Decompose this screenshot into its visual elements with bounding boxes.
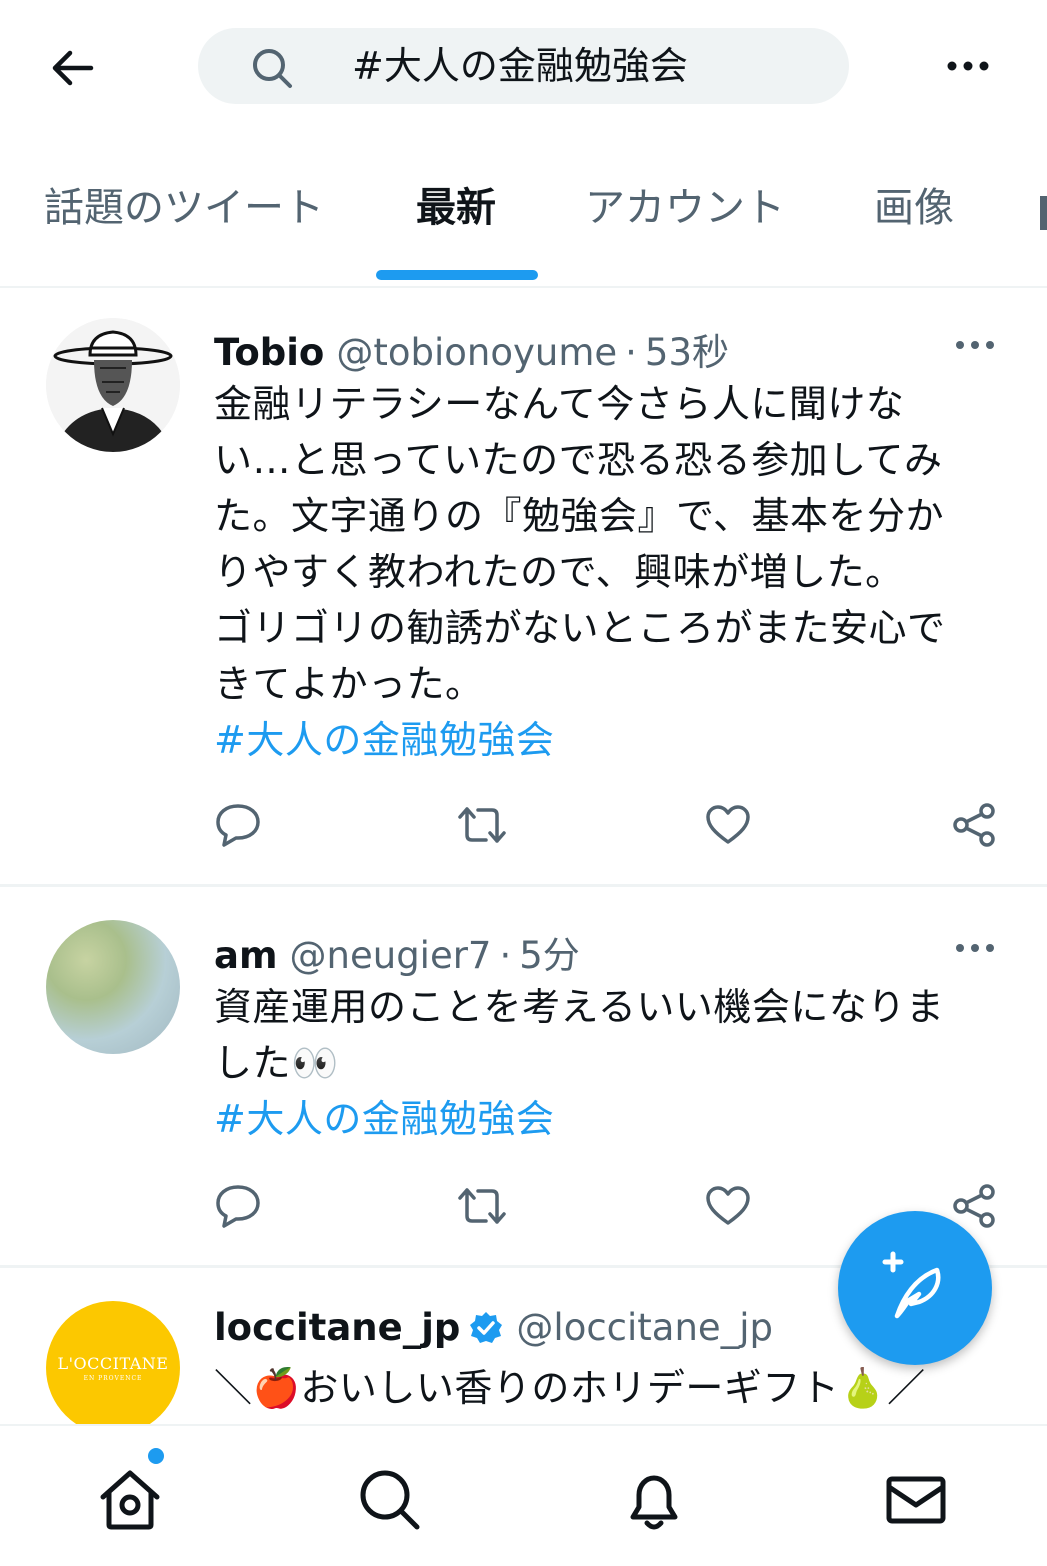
like-button[interactable] xyxy=(698,795,758,855)
reply-button[interactable] xyxy=(208,1176,268,1236)
tweet-text-line: た。文字通りの『勉強会』で、基本を分か xyxy=(214,494,944,538)
timestamp[interactable]: 5分 xyxy=(519,934,580,977)
back-button[interactable] xyxy=(44,40,100,96)
nav-explore[interactable] xyxy=(350,1460,430,1540)
tweet-text-line: ゴリゴリの勧誘がないところがまた安心で xyxy=(214,606,946,650)
tweet-text-line: りやすく教われたので、興味が増した。 xyxy=(214,550,904,594)
tweet-header: am @neugier7 · 5分 xyxy=(214,925,580,979)
hashtag-link[interactable]: #大人の金融勉強会 xyxy=(214,1091,1004,1147)
retweet-icon xyxy=(456,805,508,845)
tweet-text-line: した👀 xyxy=(214,1041,339,1085)
tweet[interactable]: Tobio @tobionoyume · 53秒 金融リテラシーなんて今さら人に聞けな… xyxy=(0,288,1047,884)
tab-top[interactable]: 話題のツイート xyxy=(44,178,324,238)
tweet-header: loccitane_jp @loccitane_jp xyxy=(214,1306,773,1349)
tweet-header: Tobio @tobionoyume · 53秒 xyxy=(214,322,729,376)
nav-home[interactable] xyxy=(90,1460,170,1540)
separator-dot: · xyxy=(625,331,637,374)
retweet-button[interactable] xyxy=(452,795,512,855)
more-horizontal-icon xyxy=(955,943,995,953)
tab-images[interactable]: 画像 xyxy=(874,178,954,238)
tweet-text-line: 資産運用のことを考えるいい機会になりま xyxy=(214,985,945,1029)
search-query: #大人の金融勉強会 xyxy=(352,44,688,88)
mail-icon xyxy=(881,1465,951,1535)
arrow-left-icon xyxy=(50,50,94,86)
compose-feather-icon xyxy=(875,1248,955,1328)
search-tabs: 話題のツイート 最新 アカウント 画像 xyxy=(0,150,1047,288)
home-icon xyxy=(95,1465,165,1535)
avatar-brand-text: L'OCCITANE xyxy=(57,1354,169,1373)
overflow-menu-button[interactable] xyxy=(940,46,996,86)
nav-notifications[interactable] xyxy=(614,1460,694,1540)
tweet-text: 資産運用のことを考えるいい機会になりま した👀 #大人の金融勉強会 xyxy=(214,979,1004,1147)
reply-icon xyxy=(214,802,262,848)
bell-icon xyxy=(619,1465,689,1535)
retweet-icon xyxy=(456,1186,508,1226)
heart-icon xyxy=(704,1185,752,1227)
tweet-more-button[interactable] xyxy=(950,933,1000,963)
display-name[interactable]: loccitane_jp xyxy=(214,1306,460,1349)
separator-dot: · xyxy=(499,934,512,977)
like-button[interactable] xyxy=(698,1176,758,1236)
tweet-text-line: 金融リテラシーなんて今さら人に聞けな xyxy=(214,382,905,426)
tweet-text-line: きてよかった。 xyxy=(214,662,484,706)
active-tab-indicator xyxy=(376,270,538,280)
home-unread-indicator xyxy=(148,1448,164,1464)
more-horizontal-icon xyxy=(946,60,990,72)
verified-badge-icon xyxy=(468,1310,504,1346)
tab-latest[interactable]: 最新 xyxy=(416,178,496,238)
user-handle[interactable]: @loccitane_jp xyxy=(516,1306,773,1349)
share-icon xyxy=(951,802,997,848)
retweet-button[interactable] xyxy=(452,1176,512,1236)
user-handle[interactable]: @tobionoyume xyxy=(336,331,617,374)
tweet-more-button[interactable] xyxy=(950,330,1000,360)
search-icon xyxy=(355,1465,425,1535)
tweet[interactable]: am @neugier7 · 5分 資産運用のことを考えるいい機会になりま した👀 #… xyxy=(0,887,1047,1265)
avatar[interactable] xyxy=(46,920,180,1054)
tweet-text: 金融リテラシーなんて今さら人に聞けな い…と思っていたので恐る恐る参加してみ た… xyxy=(214,376,1004,768)
timestamp[interactable]: 53秒 xyxy=(645,331,729,374)
share-icon xyxy=(951,1183,997,1229)
bottom-navigation xyxy=(0,1424,1047,1566)
display-name[interactable]: am xyxy=(214,934,278,977)
search-input[interactable]: #大人の金融勉強会 xyxy=(198,28,849,104)
tab-overflow-hint xyxy=(1040,196,1047,230)
share-button[interactable] xyxy=(944,795,1004,855)
tweet-text: ＼🍎おいしい香りのホリデーギフト🍐／ xyxy=(214,1360,1004,1416)
nav-messages[interactable] xyxy=(876,1460,956,1540)
reply-icon xyxy=(214,1183,262,1229)
tab-accounts[interactable]: アカウント xyxy=(585,178,785,238)
avatar[interactable]: L'OCCITANE EN PROVENCE xyxy=(46,1301,180,1424)
reply-button[interactable] xyxy=(208,795,268,855)
display-name[interactable]: Tobio xyxy=(214,331,324,374)
top-app-bar: #大人の金融勉強会 xyxy=(0,0,1047,140)
compose-tweet-button[interactable] xyxy=(838,1211,992,1365)
user-handle[interactable]: @neugier7 xyxy=(290,934,492,977)
avatar[interactable] xyxy=(46,318,180,452)
hashtag-link[interactable]: #大人の金融勉強会 xyxy=(214,712,1004,768)
tweet-text-line: ＼🍎おいしい香りのホリデーギフト🍐／ xyxy=(214,1366,926,1410)
tweet-text-line: い…と思っていたので恐る恐る参加してみ xyxy=(214,438,943,482)
search-icon xyxy=(250,46,294,90)
heart-icon xyxy=(704,804,752,846)
avatar-brand-subtext: EN PROVENCE xyxy=(83,1375,143,1382)
more-horizontal-icon xyxy=(955,340,995,350)
